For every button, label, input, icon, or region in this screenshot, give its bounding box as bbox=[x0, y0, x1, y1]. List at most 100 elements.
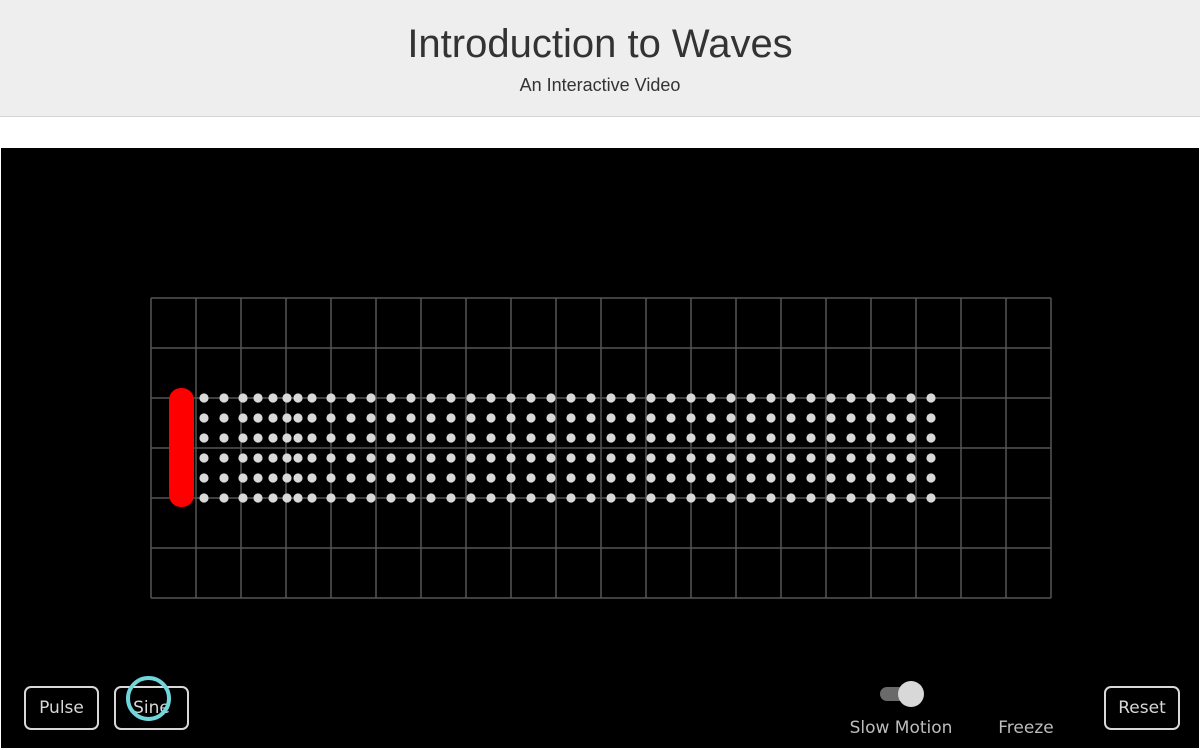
particle bbox=[766, 453, 776, 463]
particle bbox=[766, 393, 776, 403]
particle bbox=[666, 453, 676, 463]
particle bbox=[199, 413, 209, 423]
particle bbox=[566, 473, 576, 483]
particle bbox=[386, 433, 396, 443]
particle bbox=[238, 413, 248, 423]
particle bbox=[486, 493, 496, 503]
particle bbox=[586, 413, 596, 423]
particle bbox=[219, 433, 229, 443]
particle bbox=[646, 493, 656, 503]
particle bbox=[786, 413, 796, 423]
particle bbox=[866, 413, 876, 423]
particle bbox=[282, 493, 292, 503]
particle bbox=[406, 493, 416, 503]
particle bbox=[366, 413, 376, 423]
particle bbox=[307, 433, 317, 443]
particle bbox=[268, 413, 278, 423]
particle bbox=[666, 393, 676, 403]
particle bbox=[238, 433, 248, 443]
particle bbox=[886, 393, 896, 403]
particle bbox=[886, 473, 896, 483]
particle bbox=[926, 413, 936, 423]
particle bbox=[746, 433, 756, 443]
particle bbox=[253, 413, 263, 423]
particle bbox=[686, 473, 696, 483]
particle bbox=[293, 453, 303, 463]
particle bbox=[219, 393, 229, 403]
particle bbox=[366, 473, 376, 483]
particle bbox=[282, 473, 292, 483]
particle bbox=[626, 393, 636, 403]
wave-stage: Pulse Sine Slow Motion Freeze Reset bbox=[1, 148, 1199, 748]
particle bbox=[386, 413, 396, 423]
particle bbox=[626, 493, 636, 503]
particle bbox=[686, 453, 696, 463]
particle bbox=[866, 473, 876, 483]
particle bbox=[726, 453, 736, 463]
particle bbox=[726, 473, 736, 483]
freeze-button[interactable]: Freeze bbox=[986, 717, 1066, 739]
particle bbox=[846, 433, 856, 443]
particle bbox=[906, 493, 916, 503]
particle bbox=[406, 393, 416, 403]
particle bbox=[646, 453, 656, 463]
particle bbox=[706, 453, 716, 463]
particle bbox=[346, 433, 356, 443]
particle bbox=[806, 413, 816, 423]
particle bbox=[906, 433, 916, 443]
particle bbox=[706, 413, 716, 423]
particle bbox=[866, 493, 876, 503]
particle bbox=[866, 433, 876, 443]
particle bbox=[506, 473, 516, 483]
particle bbox=[307, 493, 317, 503]
particle bbox=[706, 493, 716, 503]
particle bbox=[926, 393, 936, 403]
particle bbox=[606, 393, 616, 403]
particle bbox=[686, 433, 696, 443]
particle bbox=[666, 473, 676, 483]
particle bbox=[282, 413, 292, 423]
particle bbox=[706, 473, 716, 483]
particle bbox=[366, 453, 376, 463]
pulse-button[interactable]: Pulse bbox=[24, 686, 99, 730]
particle bbox=[926, 473, 936, 483]
particle bbox=[466, 493, 476, 503]
particle bbox=[307, 473, 317, 483]
particle bbox=[253, 453, 263, 463]
particle bbox=[806, 393, 816, 403]
particle bbox=[466, 453, 476, 463]
particle bbox=[686, 413, 696, 423]
particle bbox=[268, 393, 278, 403]
particle bbox=[826, 453, 836, 463]
particle bbox=[199, 493, 209, 503]
particle bbox=[486, 413, 496, 423]
particle bbox=[346, 393, 356, 403]
particle bbox=[268, 453, 278, 463]
reset-button[interactable]: Reset bbox=[1104, 686, 1180, 730]
particle bbox=[546, 453, 556, 463]
particle bbox=[546, 473, 556, 483]
particle bbox=[586, 433, 596, 443]
particle bbox=[626, 413, 636, 423]
particle bbox=[426, 453, 436, 463]
particle bbox=[766, 493, 776, 503]
particle bbox=[346, 493, 356, 503]
oscillator-paddle[interactable] bbox=[169, 388, 194, 507]
particle bbox=[426, 493, 436, 503]
particle bbox=[199, 433, 209, 443]
page-subtitle: An Interactive Video bbox=[519, 75, 681, 95]
particle bbox=[282, 393, 292, 403]
particle bbox=[307, 393, 317, 403]
particle bbox=[293, 413, 303, 423]
particle bbox=[386, 493, 396, 503]
slow-motion-toggle[interactable] bbox=[880, 681, 924, 707]
particle bbox=[219, 453, 229, 463]
particle bbox=[846, 453, 856, 463]
particle bbox=[219, 413, 229, 423]
particle bbox=[366, 393, 376, 403]
particle bbox=[646, 473, 656, 483]
cursor-indicator bbox=[126, 676, 171, 721]
particle bbox=[446, 453, 456, 463]
particle bbox=[806, 453, 816, 463]
particle bbox=[307, 453, 317, 463]
